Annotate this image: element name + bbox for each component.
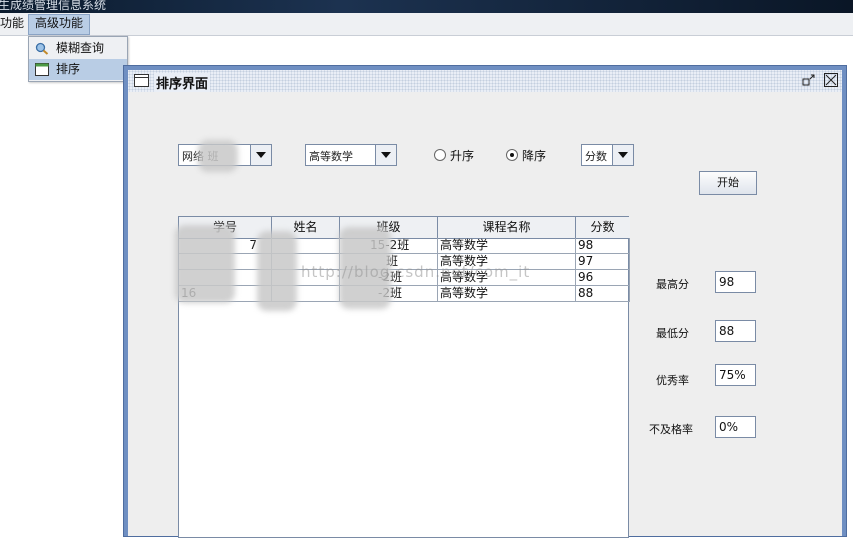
fail-rate-label: 不及格率	[649, 423, 693, 436]
redaction-blur	[257, 231, 297, 311]
fail-rate-field[interactable]: 0%	[715, 416, 756, 438]
table-cell: 98	[576, 238, 630, 254]
window-icon	[35, 63, 49, 76]
table-row[interactable]: 7 15-2班 高等数学 98	[179, 238, 630, 254]
chevron-down-icon[interactable]	[375, 145, 396, 165]
max-score-field[interactable]: 98	[715, 271, 756, 293]
asc-radio[interactable]: 升序	[434, 147, 494, 163]
menubar: 功能 高级功能	[0, 13, 853, 36]
min-score-label: 最低分	[656, 327, 689, 340]
course-combo[interactable]: 高等数学	[305, 144, 397, 166]
watermark: http://blog.csdn.net/com_it	[301, 263, 531, 281]
app-title-bar: 生成绩管理信息系统	[0, 0, 853, 13]
min-score-field[interactable]: 88	[715, 320, 756, 342]
radio-checked-icon	[506, 149, 518, 161]
sort-internal-frame: 排序界面 网络 班 高等数学 升序	[123, 65, 847, 538]
chevron-down-icon[interactable]	[250, 145, 271, 165]
redaction-blur	[175, 225, 235, 303]
frame-content: 网络 班 高等数学 升序 降序 分数 开始 学号 姓名 班级 课程名称	[128, 92, 842, 538]
table-row[interactable]: 16 -2班 高等数学 88	[179, 286, 630, 302]
chevron-down-icon[interactable]	[612, 145, 633, 165]
frame-title: 排序界面	[154, 73, 211, 92]
radio-unchecked-icon	[434, 149, 446, 161]
close-icon[interactable]	[824, 73, 838, 87]
menu-item-label: 模糊查询	[56, 41, 105, 55]
max-score-label: 最高分	[656, 278, 689, 291]
column-header[interactable]: 分数	[576, 217, 629, 238]
menu-item-fuzzy-search[interactable]: 模糊查询	[29, 38, 127, 59]
table-cell: 96	[576, 270, 630, 286]
table-cell: 88	[576, 286, 630, 302]
asc-radio-label: 升序	[450, 149, 475, 163]
close-icon-glyph	[824, 73, 838, 87]
table-cell: 97	[576, 254, 630, 270]
table-header: 学号 姓名 班级 课程名称 分数	[179, 217, 630, 239]
search-icon	[35, 42, 49, 55]
desc-radio[interactable]: 降序	[506, 147, 566, 163]
app-title: 生成绩管理信息系统	[0, 0, 107, 12]
table-cell: 高等数学	[438, 238, 576, 254]
excellent-rate-field[interactable]: 75%	[715, 364, 756, 386]
frame-title-bar[interactable]: 排序界面	[128, 70, 842, 92]
menu-item-sort[interactable]: 排序	[29, 59, 127, 80]
frame-window-icon	[134, 74, 149, 87]
course-combo-value: 高等数学	[309, 150, 353, 163]
sort-field-combo[interactable]: 分数	[581, 144, 634, 166]
restore-icon[interactable]	[802, 73, 816, 87]
score-table: 学号 姓名 班级 课程名称 分数 7 15-2班 高等数学 98 班 高等数学 …	[175, 216, 630, 538]
sort-field-combo-value: 分数	[585, 150, 607, 163]
restore-icon-glyph	[802, 74, 815, 86]
column-header[interactable]: 课程名称	[438, 217, 576, 238]
menu-function[interactable]: 功能	[0, 14, 30, 33]
desc-radio-label: 降序	[522, 149, 547, 163]
start-button[interactable]: 开始	[699, 171, 757, 195]
table-cell: 高等数学	[438, 286, 576, 302]
excellent-rate-label: 优秀率	[656, 374, 689, 387]
advanced-function-dropdown: 模糊查询 排序	[28, 36, 128, 82]
menu-item-label: 排序	[56, 62, 81, 76]
menu-advanced-function[interactable]: 高级功能	[28, 14, 91, 35]
redaction-blur	[198, 140, 238, 172]
